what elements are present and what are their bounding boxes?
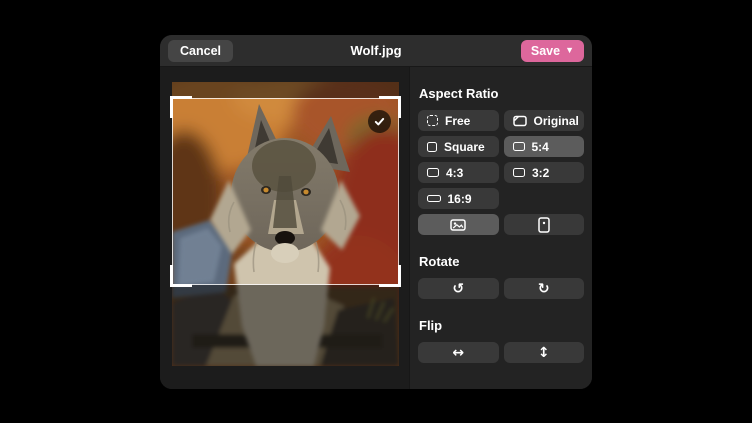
orientation-toggle — [418, 214, 584, 235]
crop-canvas — [160, 67, 410, 389]
aspect-ratio-options: Free Original Square 5:4 — [418, 110, 584, 209]
rotate-section-label: Rotate — [419, 254, 583, 269]
rotate-counterclockwise-icon: ↺ — [452, 282, 464, 296]
landscape-orientation-icon — [450, 219, 466, 231]
square-ratio-icon — [427, 142, 437, 152]
crop-handle-bottom-left[interactable] — [170, 265, 192, 287]
free-ratio-icon — [427, 115, 438, 126]
aspect-16-9-label: 16:9 — [448, 192, 472, 206]
rotate-buttons: ↺ ↻ — [418, 278, 584, 299]
save-button-label: Save — [531, 44, 560, 58]
editor-content: Aspect Ratio Free Original Square — [160, 67, 592, 389]
flip-horizontal-button[interactable]: ↔ — [418, 342, 499, 363]
ratio-4-3-icon — [427, 168, 439, 177]
aspect-16-9-button[interactable]: 16:9 — [418, 188, 499, 209]
aspect-4-3-button[interactable]: 4:3 — [418, 162, 499, 183]
header-bar: Cancel Wolf.jpg Save ▼ — [160, 35, 592, 67]
aspect-5-4-button[interactable]: 5:4 — [504, 136, 585, 157]
aspect-original-button[interactable]: Original — [504, 110, 585, 131]
aspect-ratio-section-label: Aspect Ratio — [419, 86, 583, 101]
rotate-clockwise-icon: ↻ — [538, 282, 550, 296]
aspect-free-button[interactable]: Free — [418, 110, 499, 131]
flip-vertical-icon: ↕ — [538, 346, 550, 360]
flip-vertical-button[interactable]: ↕ — [504, 342, 585, 363]
apply-crop-button[interactable] — [368, 110, 391, 133]
aspect-square-button[interactable]: Square — [418, 136, 499, 157]
ratio-16-9-icon — [427, 195, 441, 203]
save-button[interactable]: Save ▼ — [521, 40, 584, 62]
rotate-clockwise-button[interactable]: ↻ — [504, 278, 585, 299]
window-title: Wolf.jpg — [350, 43, 401, 58]
aspect-free-label: Free — [445, 114, 470, 128]
original-ratio-icon — [513, 115, 527, 127]
aspect-3-2-button[interactable]: 3:2 — [504, 162, 585, 183]
flip-buttons: ↔ ↕ — [418, 342, 584, 363]
crop-handle-bottom-right[interactable] — [379, 265, 401, 287]
aspect-3-2-label: 3:2 — [532, 166, 549, 180]
wolf-photo — [172, 82, 399, 366]
aspect-original-label: Original — [534, 114, 579, 128]
image-editor-window: Cancel Wolf.jpg Save ▼ — [160, 35, 592, 389]
portrait-orientation-icon — [538, 217, 550, 233]
check-icon — [374, 116, 385, 127]
aspect-square-label: Square — [444, 140, 485, 154]
orientation-portrait-button[interactable] — [504, 214, 585, 235]
orientation-landscape-button[interactable] — [418, 214, 499, 235]
aspect-4-3-label: 4:3 — [446, 166, 463, 180]
rotate-counterclockwise-button[interactable]: ↺ — [418, 278, 499, 299]
chevron-down-icon: ▼ — [565, 46, 574, 55]
grid-spacer — [504, 188, 585, 209]
flip-section-label: Flip — [419, 318, 583, 333]
ratio-5-4-icon — [513, 142, 525, 152]
ratio-3-2-icon — [513, 168, 526, 177]
crop-handle-top-left[interactable] — [170, 96, 192, 118]
flip-horizontal-icon: ↔ — [452, 346, 464, 360]
aspect-5-4-label: 5:4 — [532, 140, 549, 154]
crop-region[interactable] — [172, 98, 399, 285]
cancel-button[interactable]: Cancel — [168, 40, 233, 62]
crop-dim-bottom — [172, 285, 399, 366]
crop-dim-top — [172, 82, 399, 98]
edit-sidebar: Aspect Ratio Free Original Square — [410, 67, 592, 389]
